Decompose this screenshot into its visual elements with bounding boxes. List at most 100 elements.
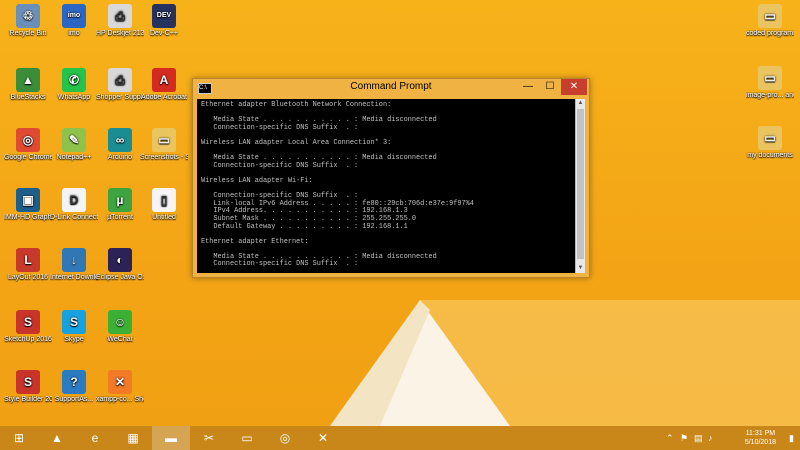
network-icon[interactable]: ▤ [694, 433, 703, 444]
desktop-icon-label: HP Deskjet 2130 series [96, 30, 144, 37]
desktop-icon[interactable]: ∞ Arduino [96, 128, 144, 162]
folder-icon: ▭ [758, 66, 782, 90]
desktop-icon-label: Notepad++ [56, 154, 92, 161]
bluestacks-icon: ▲ [16, 68, 40, 92]
desktop-icon[interactable]: ▯ Untitled [140, 188, 188, 222]
desktop-icon[interactable]: L LayOut 2016 [4, 248, 52, 282]
desktop-icon-label: imo [68, 30, 80, 37]
support-icon: ? [62, 370, 86, 394]
vertical-scrollbar[interactable]: ▲ ▼ [576, 99, 585, 273]
desktop-icon[interactable]: ▭ coded programmes [746, 4, 794, 38]
desktop-icon[interactable]: ⎙ Shopper Supplies -... [96, 68, 144, 102]
desktop-icon[interactable]: ? SupportAs... [50, 370, 98, 404]
console-text: Ethernet adapter Bluetooth Network Conne… [201, 101, 474, 269]
start-button[interactable]: ⊞ [0, 426, 38, 450]
scroll-down-arrow-icon[interactable]: ▼ [576, 264, 585, 273]
imo-icon: imo [62, 4, 86, 28]
system-tray: ⌃ ⚑ ▤ ♪ 11:31 PM 5/10/2018 ▮ [666, 426, 796, 450]
desktop-icon[interactable]: ✕ xampp-co... Shortcut [96, 370, 144, 404]
desktop-icon[interactable]: ☺ WeChat [96, 310, 144, 344]
desktop-icon[interactable]: S Skype [50, 310, 98, 344]
desktop-icon-label: BlueStacks [10, 94, 46, 101]
xampp-icon: ✕ [108, 370, 132, 394]
desktop-icon[interactable]: ▭ Screenshots - Shortcut [140, 128, 188, 162]
file-icon: ▯ [152, 188, 176, 212]
bluestacks-taskbar-icon[interactable]: ▲ [38, 426, 76, 450]
command-prompt-window[interactable]: C:\ Command Prompt — ☐ ✕ Ethernet adapte… [192, 78, 590, 278]
store-taskbar-icon[interactable]: ▦ [114, 426, 152, 450]
desktop-icon[interactable]: ▭ image-pro... and graphic... [746, 66, 794, 100]
desktop-icon-label: Shopper Supplies -... [96, 94, 144, 101]
desktop-icon[interactable]: imo imo [50, 4, 98, 38]
desktop-icon[interactable]: ▭ my documents [746, 126, 794, 160]
clock[interactable]: 11:31 PM 5/10/2018 [745, 429, 776, 447]
eclipse-icon: ◐ [108, 248, 132, 272]
desktop-icon-label: µTorrent [107, 214, 133, 221]
cmd-taskbar-icon[interactable]: ▬ [152, 426, 190, 450]
desktop-icon[interactable]: ▣ IMM-HD Graphic... [4, 188, 52, 222]
desktop-icon-label: Skype [64, 336, 84, 343]
desktop-icon[interactable]: ✎ Notepad++ [50, 128, 98, 162]
maximize-button[interactable]: ☐ [539, 79, 561, 95]
desktop-icon[interactable]: ▲ BlueStacks [4, 68, 52, 102]
scroll-up-arrow-icon[interactable]: ▲ [576, 99, 585, 108]
console-output[interactable]: Ethernet adapter Bluetooth Network Conne… [197, 99, 575, 273]
desktop-icon[interactable]: S SketchUp 2016 [4, 310, 52, 344]
explorer-taskbar-icon[interactable]: ▭ [228, 426, 266, 450]
desktop-icon-label: Eclipse Java Oxygen [96, 274, 144, 281]
desktop-icon[interactable]: S Style Builder 2016 [4, 370, 52, 404]
flag-icon[interactable]: ⚑ [680, 433, 688, 444]
desktop-icon[interactable]: ♲ Recycle Bin [4, 4, 52, 38]
desktop-icon-label: Internet Downlo... [50, 274, 98, 281]
desktop-icon-label: Recycle Bin [9, 30, 47, 37]
desktop-icon[interactable]: D D-Link Connect... [50, 188, 98, 222]
desktop-icon[interactable]: DEV Dev-C++ [140, 4, 188, 38]
desktop-icon-label: Dev-C++ [149, 30, 178, 37]
folder-icon: ▭ [152, 128, 176, 152]
notepadpp-icon: ✎ [62, 128, 86, 152]
desktop-icon-label: SupportAs... [54, 396, 94, 403]
volume-icon[interactable]: ♪ [708, 433, 713, 443]
desktop-icon-label: Google Chrome [4, 154, 52, 161]
desktop-icon[interactable]: ✆ WhatsApp [50, 68, 98, 102]
acrobat-icon: A [152, 68, 176, 92]
skype-icon: S [62, 310, 86, 334]
desktop-icon-label: coded programmes [746, 30, 794, 37]
desktop-icon-label: D-Link Connect... [50, 214, 98, 221]
chrome-taskbar-icon[interactable]: ◎ [266, 426, 304, 450]
chevron-up-icon[interactable]: ⌃ [666, 433, 674, 444]
desktop-icon[interactable]: µ µTorrent [96, 188, 144, 222]
xampp-taskbar-icon[interactable]: ✕ [304, 426, 342, 450]
recycle-bin-icon: ♲ [16, 4, 40, 28]
desktop-icon[interactable]: ↓ Internet Downlo... [50, 248, 98, 282]
sketchup-icon: S [16, 310, 40, 334]
desktop-icon-label: Untitled [152, 214, 176, 221]
desktop-icon-label: IMM-HD Graphic... [4, 214, 52, 221]
notification-icon[interactable]: ▮ [789, 433, 794, 444]
clock-date: 5/10/2018 [744, 439, 776, 446]
desktop-icon-label: SketchUp 2016 [4, 336, 52, 343]
devcpp-icon: DEV [152, 4, 176, 28]
desktop-icon[interactable]: ◎ Google Chrome [4, 128, 52, 162]
desktop-icon-label: my documents [747, 152, 793, 159]
minimize-button[interactable]: — [517, 79, 539, 95]
desktop-icon-label: xampp-co... Shortcut [96, 396, 144, 403]
desktop-icon-label: Style Builder 2016 [4, 396, 52, 403]
desktop-icon[interactable]: A Adobe Acrobat [140, 68, 188, 102]
close-button[interactable]: ✕ [561, 79, 587, 95]
desktop-icon-label: WeChat [107, 336, 133, 343]
desktop-icon-label: LayOut 2016 [7, 274, 49, 281]
desktop-icon[interactable]: ⎙ HP Deskjet 2130 series [96, 4, 144, 38]
folder-icon: ▭ [758, 126, 782, 150]
snipping-taskbar-icon[interactable]: ✂ [190, 426, 228, 450]
arduino-icon: ∞ [108, 128, 132, 152]
desktop-icon-label: Screenshots - Shortcut [140, 154, 188, 161]
desktop-icon-label: Arduino [107, 154, 133, 161]
printer-icon: ⎙ [108, 4, 132, 28]
scrollbar-thumb[interactable] [577, 109, 584, 259]
ie-taskbar-icon[interactable]: e [76, 426, 114, 450]
desktop-icon[interactable]: ◐ Eclipse Java Oxygen [96, 248, 144, 282]
printer-supplies-icon: ⎙ [108, 68, 132, 92]
window-titlebar[interactable]: C:\ Command Prompt — ☐ ✕ [193, 79, 589, 97]
desktop-icon-label: Adobe Acrobat [141, 94, 187, 101]
